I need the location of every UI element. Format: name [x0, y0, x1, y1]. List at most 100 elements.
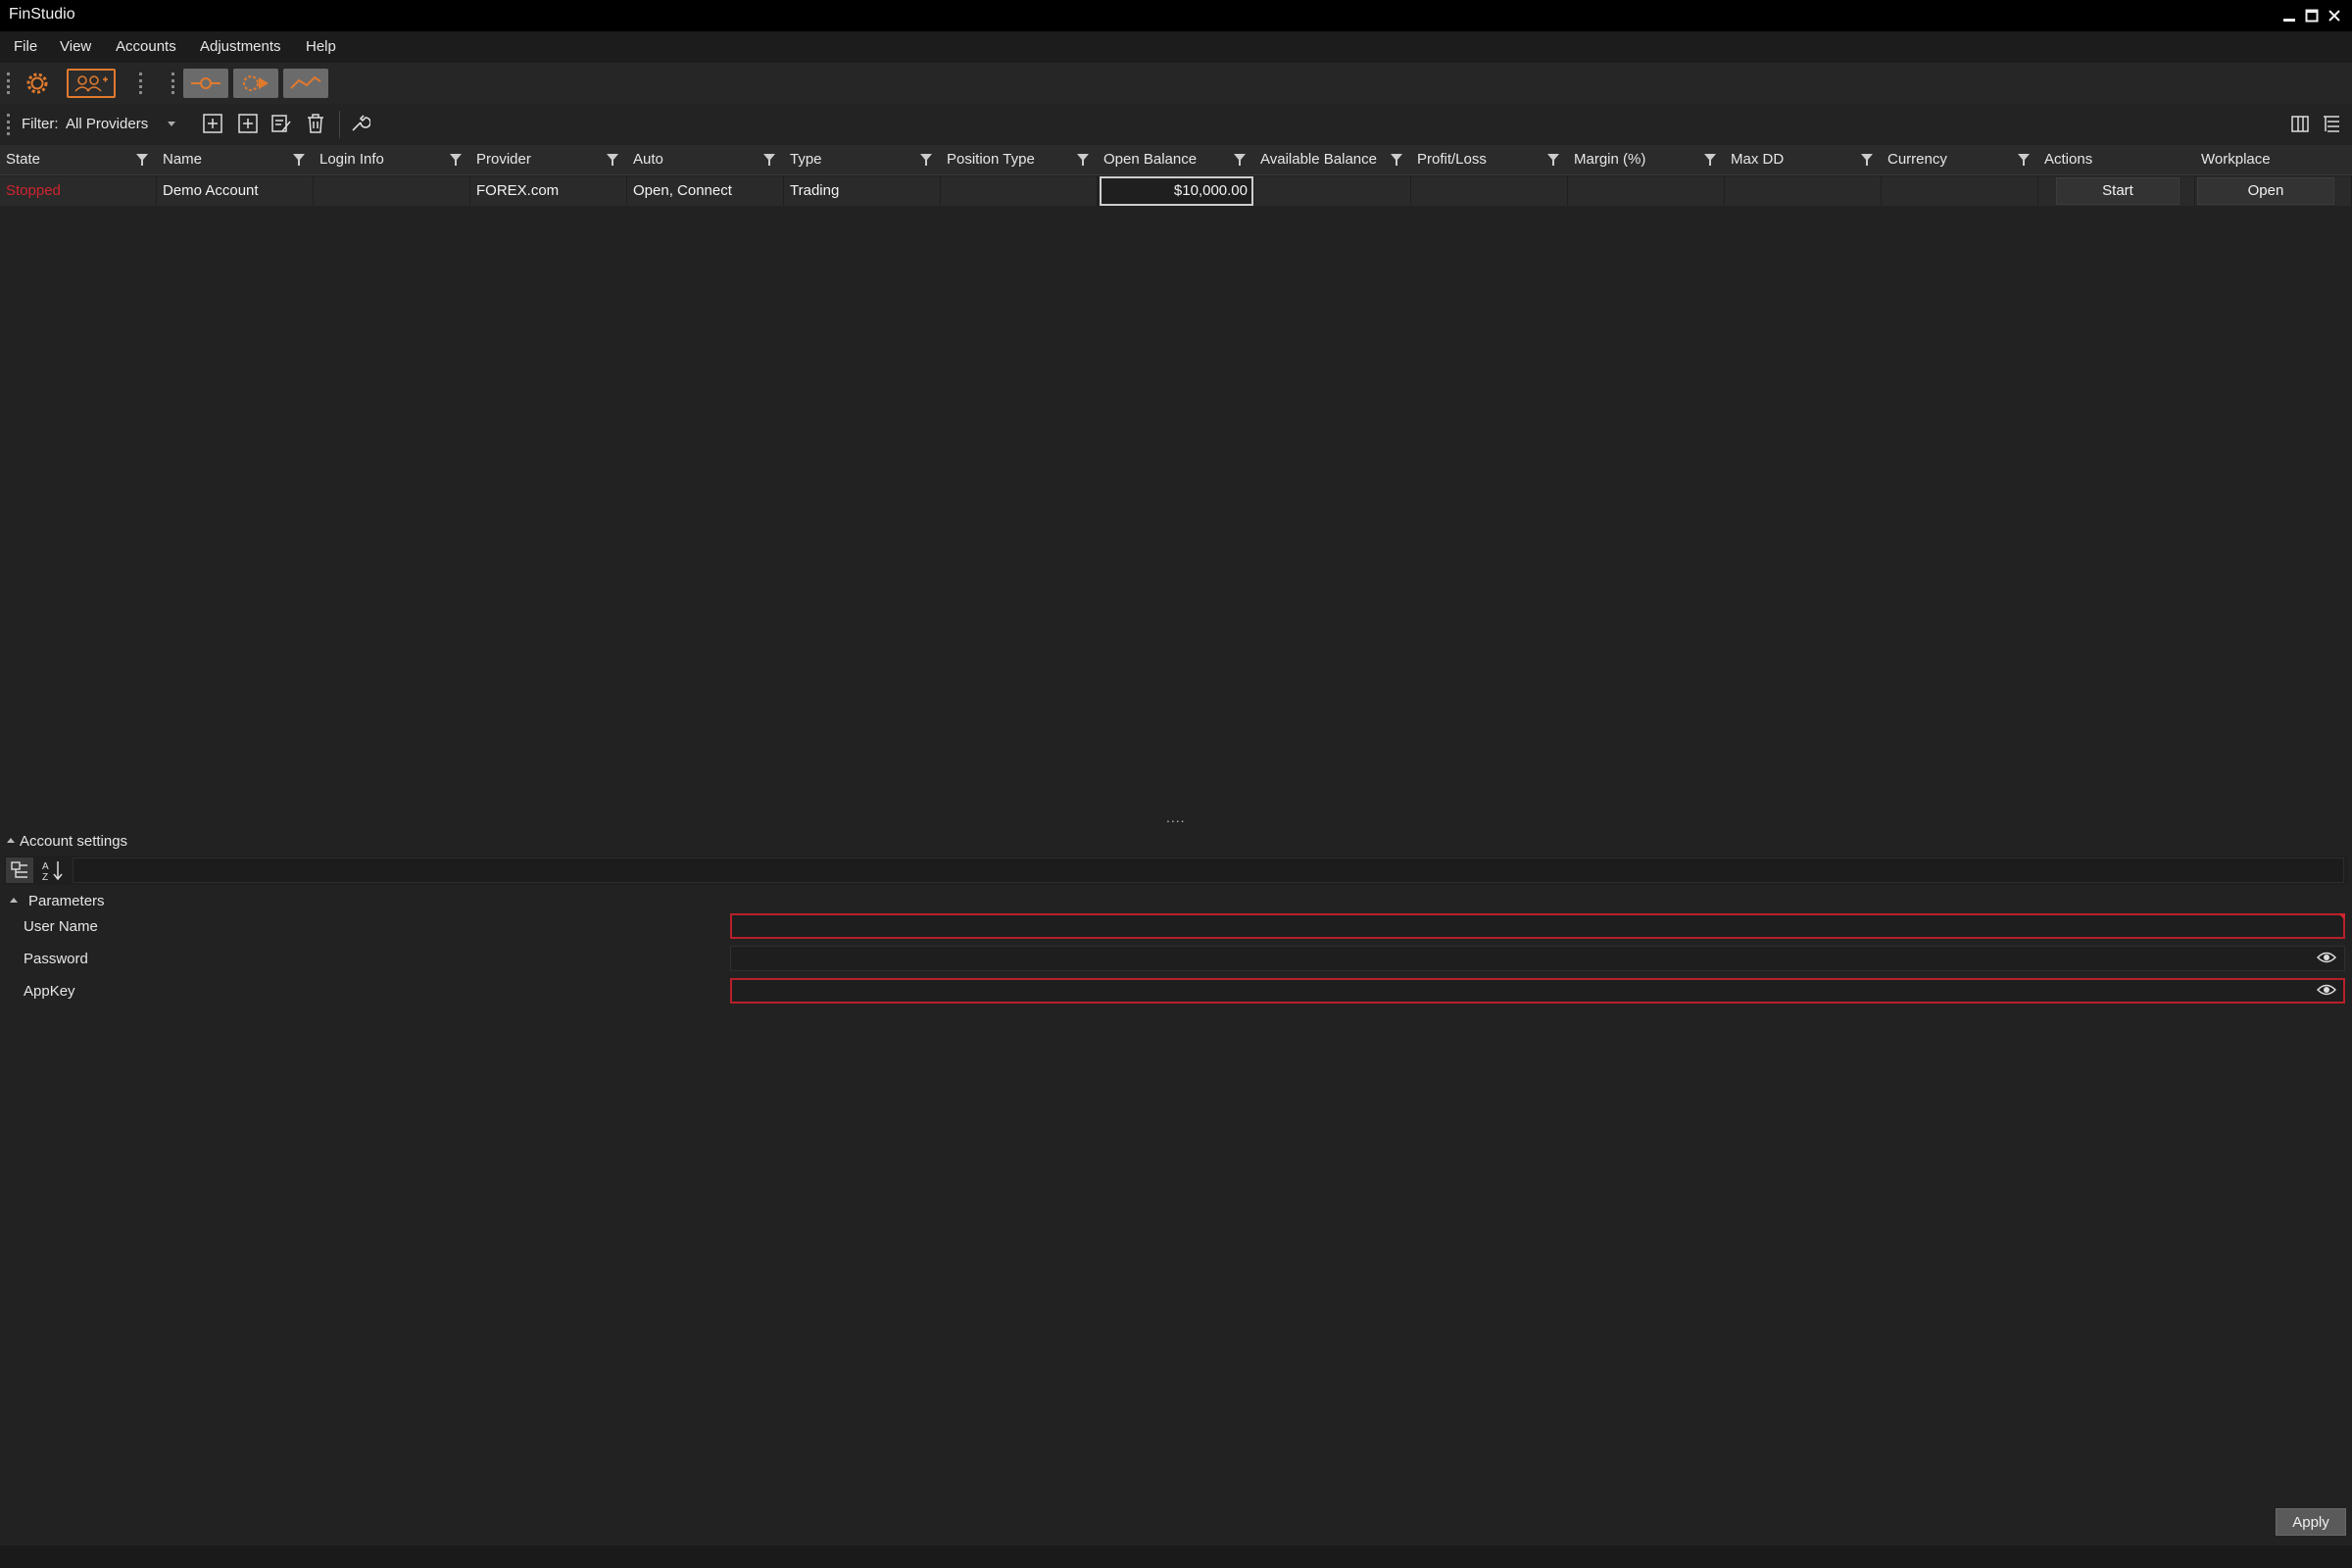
accounts-icon	[74, 75, 108, 92]
password-input[interactable]	[730, 946, 2345, 971]
collapse-arrow-icon[interactable]	[7, 837, 15, 843]
col-name[interactable]: Name	[163, 145, 202, 174]
password-label: Password	[24, 951, 88, 967]
filter-divider	[339, 111, 340, 138]
start-button[interactable]: Start	[2056, 177, 2180, 205]
filter-funnel-icon[interactable]	[1076, 153, 1090, 167]
col-auto[interactable]: Auto	[633, 145, 663, 174]
filter-funnel-icon[interactable]	[1703, 153, 1717, 167]
cell-position-type	[941, 176, 1098, 206]
filter-funnel-icon[interactable]	[919, 153, 933, 167]
col-position-type[interactable]: Position Type	[947, 145, 1035, 174]
filter-funnel-icon[interactable]	[292, 153, 306, 167]
account-tools-button[interactable]	[349, 113, 371, 134]
toolbar-grip-3[interactable]	[172, 73, 177, 94]
filter-funnel-icon[interactable]	[135, 153, 149, 167]
svg-text:A: A	[42, 861, 49, 872]
filter-funnel-icon[interactable]	[449, 153, 463, 167]
col-margin[interactable]: Margin (%)	[1574, 145, 1645, 174]
col-actions[interactable]: Actions	[2044, 145, 2092, 174]
table-row[interactable]: Stopped Demo Account FOREX.com Open, Con…	[0, 176, 2352, 208]
toolbar-grip-2[interactable]	[139, 73, 145, 94]
col-login-info[interactable]: Login Info	[319, 145, 384, 174]
show-password-eye-icon[interactable]	[2317, 951, 2336, 964]
maximize-button[interactable]	[2301, 4, 2323, 25]
title-bar: FinStudio	[0, 0, 2352, 31]
menu-bar: File View Accounts Adjustments Help	[0, 31, 2352, 63]
connect-button[interactable]	[183, 69, 228, 98]
menu-adjustments[interactable]: Adjustments	[200, 38, 281, 55]
settings-button[interactable]	[22, 69, 55, 98]
edit-account-button[interactable]	[270, 113, 292, 134]
categorized-view-button[interactable]	[6, 858, 33, 883]
property-row-password: Password	[0, 945, 2352, 974]
main-toolbar	[0, 63, 2352, 104]
col-open-balance[interactable]: Open Balance	[1103, 145, 1197, 174]
col-workplace[interactable]: Workplace	[2201, 145, 2271, 174]
add-account-button[interactable]	[202, 113, 223, 134]
tree-view-button[interactable]	[2321, 113, 2342, 134]
filter-funnel-icon[interactable]	[1233, 153, 1247, 167]
cell-margin	[1568, 176, 1725, 206]
col-provider[interactable]: Provider	[476, 145, 531, 174]
minimize-icon	[2283, 19, 2295, 22]
col-profit-loss[interactable]: Profit/Loss	[1417, 145, 1487, 174]
window-title: FinStudio	[9, 6, 75, 23]
edit-icon	[271, 115, 291, 132]
strategy-icon	[243, 75, 269, 91]
svg-text:Z: Z	[42, 872, 48, 883]
filter-funnel-icon[interactable]	[762, 153, 776, 167]
property-row-appkey: AppKey	[0, 977, 2352, 1006]
filter-funnel-icon[interactable]	[2017, 153, 2031, 167]
delete-account-button[interactable]	[305, 113, 326, 134]
menu-help[interactable]: Help	[306, 38, 336, 55]
accounts-button[interactable]	[67, 69, 116, 98]
cell-name: Demo Account	[157, 176, 314, 206]
menu-view[interactable]: View	[60, 38, 91, 55]
add-icon	[203, 114, 222, 133]
filter-funnel-icon[interactable]	[606, 153, 619, 167]
col-currency[interactable]: Currency	[1887, 145, 1947, 174]
panel-splitter[interactable]: ....	[1166, 810, 1186, 824]
parameters-group-title: Parameters	[28, 893, 105, 909]
close-icon	[2328, 10, 2340, 22]
close-button[interactable]	[2324, 4, 2345, 25]
property-grid-toolbar: AZ	[4, 856, 2348, 885]
trash-icon	[308, 114, 323, 133]
cell-workplace: Open	[2195, 176, 2352, 206]
parameters-group[interactable]: Parameters	[0, 888, 2352, 915]
property-search-input[interactable]	[73, 858, 2344, 883]
strategy-button[interactable]	[233, 69, 278, 98]
open-workplace-button[interactable]: Open	[2197, 177, 2334, 205]
col-state[interactable]: State	[6, 145, 40, 174]
user-name-input[interactable]	[730, 913, 2345, 939]
chart-button[interactable]	[283, 69, 328, 98]
cell-open-balance[interactable]: $10,000.00	[1100, 176, 1253, 206]
col-type[interactable]: Type	[790, 145, 822, 174]
account-settings-header[interactable]: Account settings	[0, 828, 2352, 856]
minimize-button[interactable]	[2278, 4, 2300, 25]
filter-funnel-icon[interactable]	[1860, 153, 1874, 167]
toolbar-grip[interactable]	[7, 73, 13, 94]
alphabetical-sort-button[interactable]: AZ	[39, 858, 67, 883]
apply-button[interactable]: Apply	[2276, 1508, 2346, 1536]
show-appkey-eye-icon[interactable]	[2317, 983, 2336, 997]
settings-gear-icon	[26, 73, 48, 94]
menu-file[interactable]: File	[14, 38, 37, 55]
filter-funnel-icon[interactable]	[1390, 153, 1403, 167]
provider-filter-dropdown[interactable]: All Providers	[63, 112, 182, 137]
col-max-dd[interactable]: Max DD	[1731, 145, 1784, 174]
required-marker-icon	[2338, 913, 2345, 920]
add-copy-button[interactable]	[237, 113, 259, 134]
menu-accounts[interactable]: Accounts	[116, 38, 176, 55]
columns-button[interactable]	[2289, 113, 2311, 134]
chart-icon	[290, 75, 321, 89]
col-available-balance[interactable]: Available Balance	[1260, 145, 1377, 174]
account-settings-title: Account settings	[20, 833, 128, 850]
filter-funnel-icon[interactable]	[1546, 153, 1560, 167]
maximize-icon	[2305, 9, 2319, 23]
filter-grip[interactable]	[7, 114, 13, 135]
collapse-arrow-icon[interactable]	[10, 897, 18, 903]
filter-label: Filter:	[22, 116, 59, 132]
appkey-input[interactable]	[730, 978, 2345, 1004]
